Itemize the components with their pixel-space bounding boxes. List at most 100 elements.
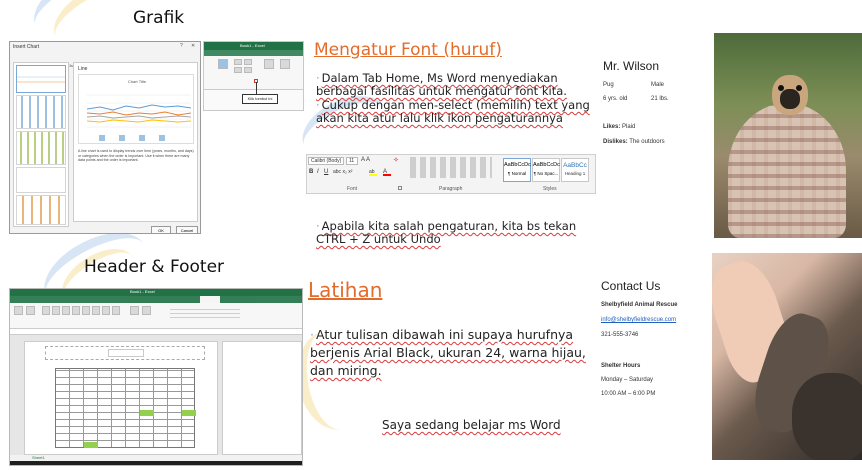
heading-grafik: Grafik — [133, 8, 185, 28]
current-date-button[interactable] — [62, 306, 70, 315]
font-color-button[interactable]: A — [383, 169, 391, 176]
clear-format-icon[interactable]: ✧ — [393, 156, 399, 164]
profile-likes: Likes: Plaid — [603, 124, 635, 130]
page-number-button[interactable] — [42, 306, 50, 315]
chart-type-button[interactable] — [234, 67, 242, 73]
bullet-text: Dalam Tab Home, Ms Word menyediakan berb… — [316, 71, 567, 98]
go-to-footer-button[interactable] — [142, 306, 151, 315]
chart-preview-pane: Line Chart Title A line chart is used to… — [73, 62, 198, 222]
font-name-box[interactable]: Calibri (Body) — [308, 157, 344, 165]
style-heading-1[interactable]: AaBbCc Heading 1 — [561, 158, 589, 182]
dialog-close-icon[interactable]: ✕ — [191, 43, 195, 49]
highlight-color-button[interactable]: ab — [369, 169, 377, 176]
chart-thumbnail[interactable] — [16, 65, 66, 93]
chart-type-button[interactable] — [234, 59, 242, 65]
excel-window-title: Book1 - Excel — [240, 43, 265, 48]
italic-button[interactable]: I — [317, 169, 319, 175]
chart-type-button[interactable] — [244, 59, 252, 65]
chart-thumbnail[interactable] — [16, 95, 66, 129]
design-tab-highlight[interactable] — [200, 296, 220, 303]
excel-insert-ribbon-screenshot: Book1 - Excel Klik tombol ini — [203, 41, 304, 111]
chart-preview-title: Chart Title — [127, 79, 147, 84]
header-center-box[interactable] — [108, 349, 144, 357]
chart-thumbnail-list[interactable] — [13, 62, 69, 227]
blanket-shape — [728, 103, 846, 238]
cat-paw-hand-photo — [712, 253, 862, 460]
formula-bar[interactable] — [10, 329, 302, 335]
font-size-value: 11 — [349, 158, 355, 164]
shelter-hours-label: Shelter Hours — [601, 363, 641, 369]
sheet-tab[interactable]: Sheet1 — [32, 455, 45, 460]
style-sample: AaBbCcDc — [533, 162, 560, 168]
callout-arrow — [256, 82, 257, 94]
footer-button[interactable] — [26, 306, 35, 315]
contact-email-link[interactable]: info@shelbyfieldrescue.com — [601, 317, 676, 323]
chart-preview-box: Chart Title — [78, 74, 194, 144]
options-checkboxes[interactable] — [170, 306, 240, 320]
pivotchart-button[interactable] — [264, 59, 274, 69]
profile-weight: 21 lbs. — [651, 96, 669, 102]
chart-thumbnail[interactable] — [16, 195, 66, 225]
excel-title-bar: Book1 - Excel — [204, 42, 303, 50]
sheet-page-layout[interactable] — [24, 341, 218, 455]
picture-button[interactable] — [112, 306, 120, 315]
likes-label: Likes: — [603, 124, 621, 130]
cancel-button[interactable]: Cancel — [176, 226, 198, 234]
current-time-button[interactable] — [72, 306, 80, 315]
file-name-button[interactable] — [92, 306, 100, 315]
bold-button[interactable]: B — [309, 169, 313, 175]
heading-header-footer: Header & Footer — [84, 257, 225, 277]
highlight-cell — [84, 442, 98, 448]
dislikes-label: Dislikes: — [603, 139, 628, 145]
shelter-hours-days: Monday – Saturday — [601, 377, 654, 383]
cat-body-shape — [792, 373, 862, 460]
style-no-spacing[interactable]: AaBbCcDc ¶ No Spac... — [532, 158, 560, 182]
number-of-pages-button[interactable] — [52, 306, 60, 315]
latihan-bullet: · Atur tulisan dibawah ini supaya hurufny… — [310, 327, 586, 378]
profile-dislikes: Dislikes: The outdoors — [603, 139, 665, 145]
font-group-dialog-launcher[interactable] — [398, 186, 402, 190]
style-sample: AaBbCcDc — [504, 162, 531, 168]
highlight-cell — [140, 410, 154, 416]
pug-eye-right — [796, 85, 802, 91]
chart-thumbnail[interactable] — [16, 167, 66, 193]
data-table[interactable] — [55, 368, 196, 448]
style-name: ¶ Normal — [507, 171, 527, 176]
excel-ribbon-body — [204, 56, 303, 90]
font-size-box[interactable]: 11 — [346, 157, 358, 165]
chart-thumbnail[interactable] — [16, 131, 66, 165]
grow-shrink-font-buttons[interactable]: A A — [361, 157, 383, 165]
sheet-name-button[interactable] — [102, 306, 110, 315]
paragraph-buttons[interactable] — [410, 157, 492, 178]
dialog-help-icon[interactable]: ? — [180, 43, 183, 49]
file-path-button[interactable] — [82, 306, 90, 315]
style-name: ¶ No Spac... — [533, 171, 559, 176]
bullet-text: Cukup dengan men-select (memilih) text y… — [316, 98, 590, 125]
styles-group-label: Styles — [543, 186, 557, 192]
chart-preview-legend — [99, 135, 179, 141]
shelter-hours-time: 10:00 AM – 6:00 PM — [601, 391, 656, 397]
likes-value: Plaid — [622, 124, 636, 130]
font-effects-buttons[interactable]: abc x₂ x² — [333, 169, 363, 176]
font-slide-bullet-1: · Dalam Tab Home, Ms Word menyediakan ber… — [316, 71, 567, 98]
highlight-cell — [182, 410, 196, 416]
chart-preview-lines — [87, 94, 191, 128]
header-region[interactable] — [45, 346, 205, 360]
go-to-header-button[interactable] — [130, 306, 139, 315]
pug-muzzle — [780, 89, 800, 109]
underline-button[interactable]: U — [324, 169, 328, 175]
pug-face — [772, 75, 808, 115]
dialog-title: Insert Chart — [13, 44, 40, 50]
ok-button[interactable]: OK — [151, 226, 171, 234]
bullet-text: Apabila kita salah pengaturan, kita bs t… — [316, 219, 577, 246]
profile-name: Mr. Wilson — [603, 59, 660, 73]
chart-type-button[interactable] — [244, 67, 252, 73]
callout-box: Klik tombol ini — [242, 94, 278, 104]
style-normal[interactable]: AaBbCcDc ¶ Normal — [503, 158, 531, 182]
font-name-value: Calibri (Body) — [311, 158, 342, 164]
excel-window-title: Book1 - Excel — [130, 289, 155, 294]
excel-ribbon-tabs[interactable] — [10, 296, 302, 303]
3d-map-button[interactable] — [280, 59, 290, 69]
header-button[interactable] — [14, 306, 23, 315]
recommended-charts-button[interactable] — [218, 59, 228, 69]
